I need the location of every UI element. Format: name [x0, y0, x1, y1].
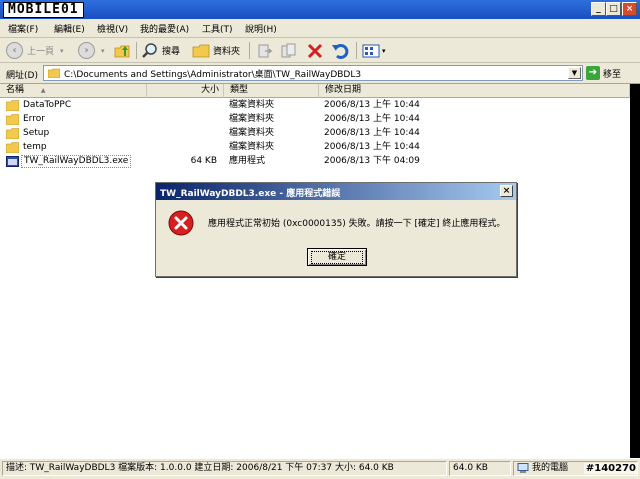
chevron-down-icon[interactable]: ▾ — [382, 47, 386, 55]
dialog-close-button[interactable]: × — [500, 185, 513, 197]
copy-to-button[interactable] — [280, 41, 298, 60]
column-header-date[interactable]: 修改日期 — [319, 84, 630, 98]
file-name: DataToPPC — [23, 100, 72, 110]
file-type: 檔案資料夾 — [229, 100, 275, 110]
address-bar: 網址(D) C:\Documents and Settings\Administ… — [0, 63, 640, 84]
views-grid-icon — [362, 44, 380, 57]
dialog-message: 應用程式正常初始 (0xc0000135) 失敗。請按一下 [確定] 終止應用程… — [208, 219, 506, 229]
file-type: 應用程式 — [229, 156, 266, 166]
address-path: C:\Documents and Settings\Administrator\… — [64, 69, 362, 80]
menu-favorites[interactable]: 我的最愛(A) — [140, 22, 189, 35]
file-name: TW_RailWayDBDL3.exe — [21, 154, 132, 168]
toolbar: ‹ 上一頁 ▾ › ▾ 搜尋 資料夾 ▾ — [0, 38, 640, 63]
error-dialog: TW_RailWayDBDL3.exe - 應用程式錯誤 × 應用程式正常初始 … — [155, 182, 517, 277]
address-dropdown-icon[interactable]: ▼ — [568, 67, 581, 79]
folder-icon — [6, 113, 19, 125]
file-type: 檔案資料夾 — [229, 142, 275, 152]
undo-icon — [332, 43, 349, 59]
back-arrow-icon: ‹ — [6, 42, 23, 59]
file-row[interactable]: temp 檔案資料夾 2006/8/13 上午 10:44 — [0, 140, 630, 154]
go-label: 移至 — [603, 69, 622, 80]
folder-icon — [6, 141, 19, 153]
ok-button-label: 確定 — [311, 251, 363, 264]
views-button[interactable]: ▾ — [362, 41, 386, 60]
copy-to-icon — [281, 43, 296, 57]
address-label: 網址(D) — [6, 71, 38, 81]
address-input[interactable]: C:\Documents and Settings\Administrator\… — [43, 65, 583, 81]
menu-bar: 檔案(F) 編輯(E) 檢視(V) 我的最愛(A) 工具(T) 說明(H) — [0, 19, 640, 55]
file-row[interactable]: TW_RailWayDBDL3.exe 64 KB 應用程式 2006/8/13… — [0, 154, 630, 168]
move-to-button[interactable] — [256, 41, 274, 60]
delete-button[interactable] — [306, 41, 324, 60]
file-name: Setup — [23, 128, 50, 138]
delete-x-icon — [307, 43, 323, 58]
file-date: 2006/8/13 下午 04:09 — [324, 156, 420, 166]
folder-icon — [192, 44, 210, 57]
go-button[interactable]: ➔ 移至 — [586, 66, 621, 80]
file-row[interactable]: Error 檔案資料夾 2006/8/13 上午 10:44 — [0, 112, 630, 126]
dialog-title-bar[interactable]: TW_RailWayDBDL3.exe - 應用程式錯誤 × — [156, 183, 516, 200]
menu-tools[interactable]: 工具(T) — [202, 22, 233, 35]
search-icon — [142, 42, 157, 58]
application-exe-icon — [6, 155, 19, 167]
title-bar: MOBILE01 _ □ × — [0, 0, 640, 19]
chevron-down-icon[interactable]: ▾ — [60, 47, 64, 55]
back-button[interactable]: ‹ 上一頁 ▾ — [6, 41, 64, 60]
toolbar-separator — [136, 42, 137, 59]
file-size: 64 KB — [190, 156, 217, 166]
post-id-watermark: #140270 — [583, 463, 638, 474]
window-edge — [630, 84, 640, 458]
status-description: 描述: TW_RailWayDBDL3 檔案版本: 1.0.0.0 建立日期: … — [2, 461, 447, 476]
forward-arrow-icon: › — [78, 42, 95, 59]
close-button[interactable]: × — [622, 2, 637, 16]
menu-view[interactable]: 檢視(V) — [97, 22, 128, 35]
maximize-button[interactable]: □ — [606, 2, 621, 16]
file-name: Error — [23, 114, 45, 124]
search-button[interactable]: 搜尋 — [141, 41, 180, 60]
column-name-label: 名稱 — [6, 85, 25, 95]
file-type: 檔案資料夾 — [229, 114, 275, 124]
file-date: 2006/8/13 上午 10:44 — [324, 114, 420, 124]
my-computer-icon — [517, 463, 529, 473]
status-location-label: 我的電腦 — [532, 463, 569, 473]
dialog-title: TW_RailWayDBDL3.exe - 應用程式錯誤 — [160, 189, 341, 199]
column-header-name[interactable]: 名稱 ▲ — [0, 84, 147, 98]
search-label: 搜尋 — [162, 47, 181, 57]
folder-icon — [6, 127, 19, 139]
back-label: 上一頁 — [27, 47, 55, 57]
up-folder-icon — [114, 45, 130, 57]
watermark-logo: MOBILE01 — [3, 2, 84, 18]
file-date: 2006/8/13 上午 10:44 — [324, 142, 420, 152]
file-name: temp — [23, 142, 47, 152]
error-icon — [168, 210, 194, 236]
status-bar: 描述: TW_RailWayDBDL3 檔案版本: 1.0.0.0 建立日期: … — [0, 458, 640, 479]
file-row[interactable]: Setup 檔案資料夾 2006/8/13 上午 10:44 — [0, 126, 630, 140]
menu-file[interactable]: 檔案(F) — [8, 22, 38, 35]
up-folder-button[interactable] — [113, 41, 131, 60]
column-header-type[interactable]: 類型 — [224, 84, 319, 98]
toolbar-separator — [356, 42, 357, 59]
folders-label: 資料夾 — [213, 47, 241, 57]
file-date: 2006/8/13 上午 10:44 — [324, 128, 420, 138]
folders-button[interactable]: 資料夾 — [192, 41, 240, 60]
chevron-down-icon[interactable]: ▾ — [101, 47, 105, 55]
folder-icon — [48, 68, 60, 78]
list-header: 名稱 ▲ 大小 類型 修改日期 — [0, 84, 630, 98]
sort-asc-icon: ▲ — [40, 87, 46, 94]
ok-button[interactable]: 確定 — [307, 248, 367, 266]
undo-button[interactable] — [331, 41, 349, 60]
forward-button[interactable]: › ▾ — [78, 41, 105, 60]
status-size: 64.0 KB — [449, 461, 511, 476]
file-type: 檔案資料夾 — [229, 128, 275, 138]
folder-icon — [6, 99, 19, 111]
menu-edit[interactable]: 編輯(E) — [54, 22, 85, 35]
toolbar-separator — [249, 42, 250, 59]
file-row[interactable]: DataToPPC 檔案資料夾 2006/8/13 上午 10:44 — [0, 98, 630, 112]
file-date: 2006/8/13 上午 10:44 — [324, 100, 420, 110]
minimize-button[interactable]: _ — [591, 2, 606, 16]
go-arrow-icon: ➔ — [586, 66, 600, 80]
menu-help[interactable]: 說明(H) — [245, 22, 277, 35]
move-to-icon — [258, 44, 273, 57]
column-header-size[interactable]: 大小 — [147, 84, 224, 98]
